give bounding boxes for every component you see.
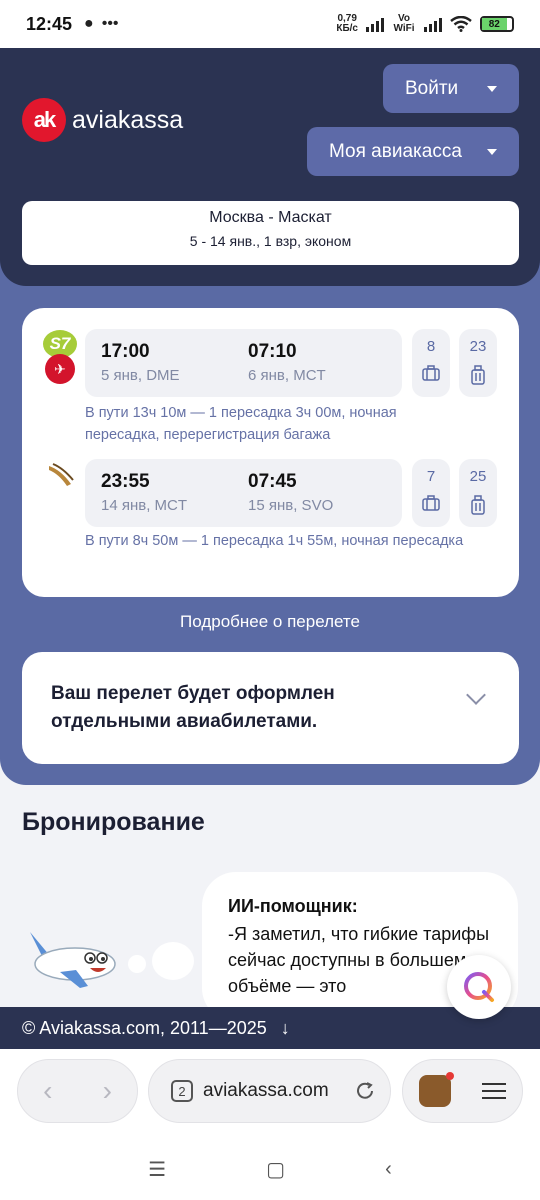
flights-card: S7 ✈ 17:00 5 янв, DME 07:10 6 янв, MCT 8… bbox=[22, 308, 519, 597]
departure-time: 23:55 bbox=[101, 471, 150, 492]
site-header: ak aviakassa Войти Моя авиакасса Москва … bbox=[0, 48, 540, 286]
segment-return-note: В пути 8ч 50м — 1 пересадка 1ч 55м, ночн… bbox=[85, 533, 464, 549]
url-text[interactable]: aviakassa.com bbox=[203, 1080, 344, 1102]
navigation-buttons: ‹ › bbox=[17, 1059, 138, 1123]
caret-down-icon bbox=[487, 85, 497, 92]
browser-toolbar: ‹ › 2 aviakassa.com bbox=[0, 1049, 540, 1139]
signal-icon bbox=[366, 16, 384, 32]
tab-count[interactable]: 2 bbox=[171, 1080, 193, 1102]
caret-down-icon bbox=[487, 148, 497, 155]
arrival-time: 07:45 bbox=[248, 471, 297, 492]
segment-return: 23:55 14 янв, MCT 07:45 15 янв, SVO bbox=[85, 459, 402, 527]
signal-icon-2 bbox=[424, 16, 442, 32]
suitcase-icon bbox=[412, 365, 450, 381]
wifi-icon bbox=[450, 16, 472, 32]
logo-text: aviakassa bbox=[72, 105, 184, 134]
status-time: 12:45 bbox=[26, 13, 73, 34]
system-navigation: ☰ ▢ ‹ bbox=[0, 1139, 540, 1200]
departure-date: 14 янв, MCT bbox=[101, 497, 188, 514]
suitcase-icon bbox=[412, 495, 450, 511]
carry-on-icon bbox=[459, 365, 497, 385]
baggage-info: 7 bbox=[412, 459, 450, 527]
browser-menu-group bbox=[402, 1059, 523, 1123]
separate-tickets-notice[interactable]: Ваш перелет будет оформлен отдельными ав… bbox=[22, 652, 519, 764]
my-aviakassa-button[interactable]: Моя авиакасса bbox=[307, 127, 519, 176]
chat-notification-icon: ● bbox=[84, 15, 94, 32]
ai-assistant-title: ИИ-помощник: bbox=[228, 896, 358, 916]
carry-on-info: 25 bbox=[459, 459, 497, 527]
vowifi-label: Vo WiFi bbox=[393, 13, 415, 34]
battery-icon: 82 bbox=[480, 16, 514, 32]
recent-apps-icon[interactable]: ☰ bbox=[148, 1157, 166, 1182]
route-title: Москва - Маскат bbox=[209, 209, 332, 226]
notice-text: Ваш перелет будет оформлен отдельными ав… bbox=[51, 683, 335, 732]
system-back-icon[interactable]: ‹ bbox=[385, 1158, 392, 1181]
assistant-button[interactable] bbox=[447, 955, 511, 1019]
oman-air-logo bbox=[44, 460, 78, 490]
home-icon[interactable]: ▢ bbox=[266, 1157, 285, 1182]
address-bar[interactable]: 2 aviakassa.com bbox=[148, 1059, 391, 1123]
baggage-info: 8 bbox=[412, 329, 450, 397]
arrival-time: 07:10 bbox=[248, 341, 297, 362]
logo-mark: ak bbox=[22, 98, 66, 142]
network-speed: 0,79 КБ/с bbox=[336, 13, 358, 34]
departure-date: 5 янв, DME bbox=[101, 367, 180, 384]
carry-on-icon bbox=[459, 495, 497, 515]
hamburger-menu-icon[interactable] bbox=[482, 1078, 507, 1104]
search-summary[interactable]: Москва - Маскат 5 - 14 янв., 1 взр, экон… bbox=[22, 201, 519, 265]
booking-heading: Бронирование bbox=[22, 808, 205, 836]
forward-icon[interactable]: › bbox=[103, 1075, 112, 1107]
profile-avatar[interactable] bbox=[418, 1072, 454, 1107]
more-notifications-icon: ••• bbox=[101, 15, 119, 32]
plane-mascot-icon bbox=[30, 932, 116, 988]
arrival-date: 15 янв, SVO bbox=[248, 497, 334, 514]
back-icon[interactable]: ‹ bbox=[43, 1075, 52, 1107]
arrival-date: 6 янв, MCT bbox=[248, 367, 326, 384]
status-bar: 12:45 ● ••• 0,79 КБ/с Vo WiFi 82 bbox=[0, 0, 540, 48]
segment-outbound-note: В пути 13ч 10м — 1 пересадка 3ч 00м, ноч… bbox=[85, 405, 397, 443]
departure-time: 17:00 bbox=[101, 341, 150, 362]
segment-outbound: 17:00 5 янв, DME 07:10 6 янв, MCT bbox=[85, 329, 402, 397]
arrow-down-icon[interactable]: ↓ bbox=[281, 1018, 290, 1039]
route-details: 5 - 14 янв., 1 взр, эконом bbox=[189, 233, 352, 249]
reload-icon[interactable] bbox=[354, 1080, 376, 1102]
assistant-icon bbox=[464, 972, 494, 1002]
carry-on-info: 23 bbox=[459, 329, 497, 397]
site-footer: © Aviakassa.com, 2011—2025 ↓ bbox=[0, 1007, 540, 1049]
aviakassa-logo[interactable]: ak aviakassa bbox=[22, 98, 183, 142]
turkish-airlines-logo: ✈ bbox=[45, 354, 75, 384]
offer-section: S7 ✈ 17:00 5 янв, DME 07:10 6 янв, MCT 8… bbox=[0, 260, 540, 785]
login-button[interactable]: Войти bbox=[383, 64, 519, 113]
chevron-down-icon bbox=[466, 685, 486, 705]
copyright-text: © Aviakassa.com, 2011—2025 bbox=[22, 1017, 267, 1038]
flight-details-link[interactable]: Подробнее о перелете bbox=[0, 612, 540, 632]
